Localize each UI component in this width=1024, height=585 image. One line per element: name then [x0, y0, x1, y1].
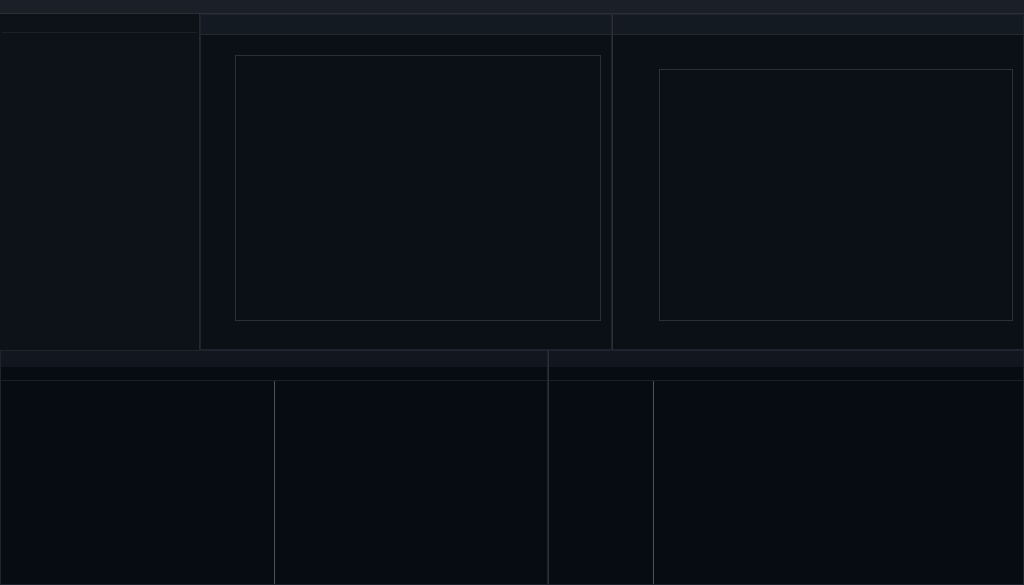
trace-panel-profiler	[548, 350, 1024, 585]
trace-left-columns	[1, 367, 547, 381]
explorer-header	[2, 18, 197, 26]
chart2-toolbar	[613, 15, 1023, 35]
trace-right-columns	[549, 367, 1023, 381]
window-titlebar	[0, 0, 1024, 14]
window-max-icon[interactable]	[994, 2, 1004, 12]
trace-left-body[interactable]	[1, 381, 547, 584]
explorer-panel	[0, 14, 200, 350]
trace-panel-timeline	[0, 350, 548, 585]
trace-right-body[interactable]	[549, 381, 1023, 584]
chart-panel-workload	[200, 14, 612, 350]
chart2-subheader	[613, 35, 1023, 49]
trace-right-toolbar	[549, 351, 1023, 367]
chart1-toolbar	[201, 15, 611, 35]
window-close-icon[interactable]	[1008, 2, 1018, 12]
window-min-icon[interactable]	[980, 2, 990, 12]
chart1-plot[interactable]	[201, 35, 611, 349]
trace-left-toolbar	[1, 351, 547, 367]
chart-panel-comparison	[612, 14, 1024, 350]
chart2-plot[interactable]	[613, 49, 1023, 349]
